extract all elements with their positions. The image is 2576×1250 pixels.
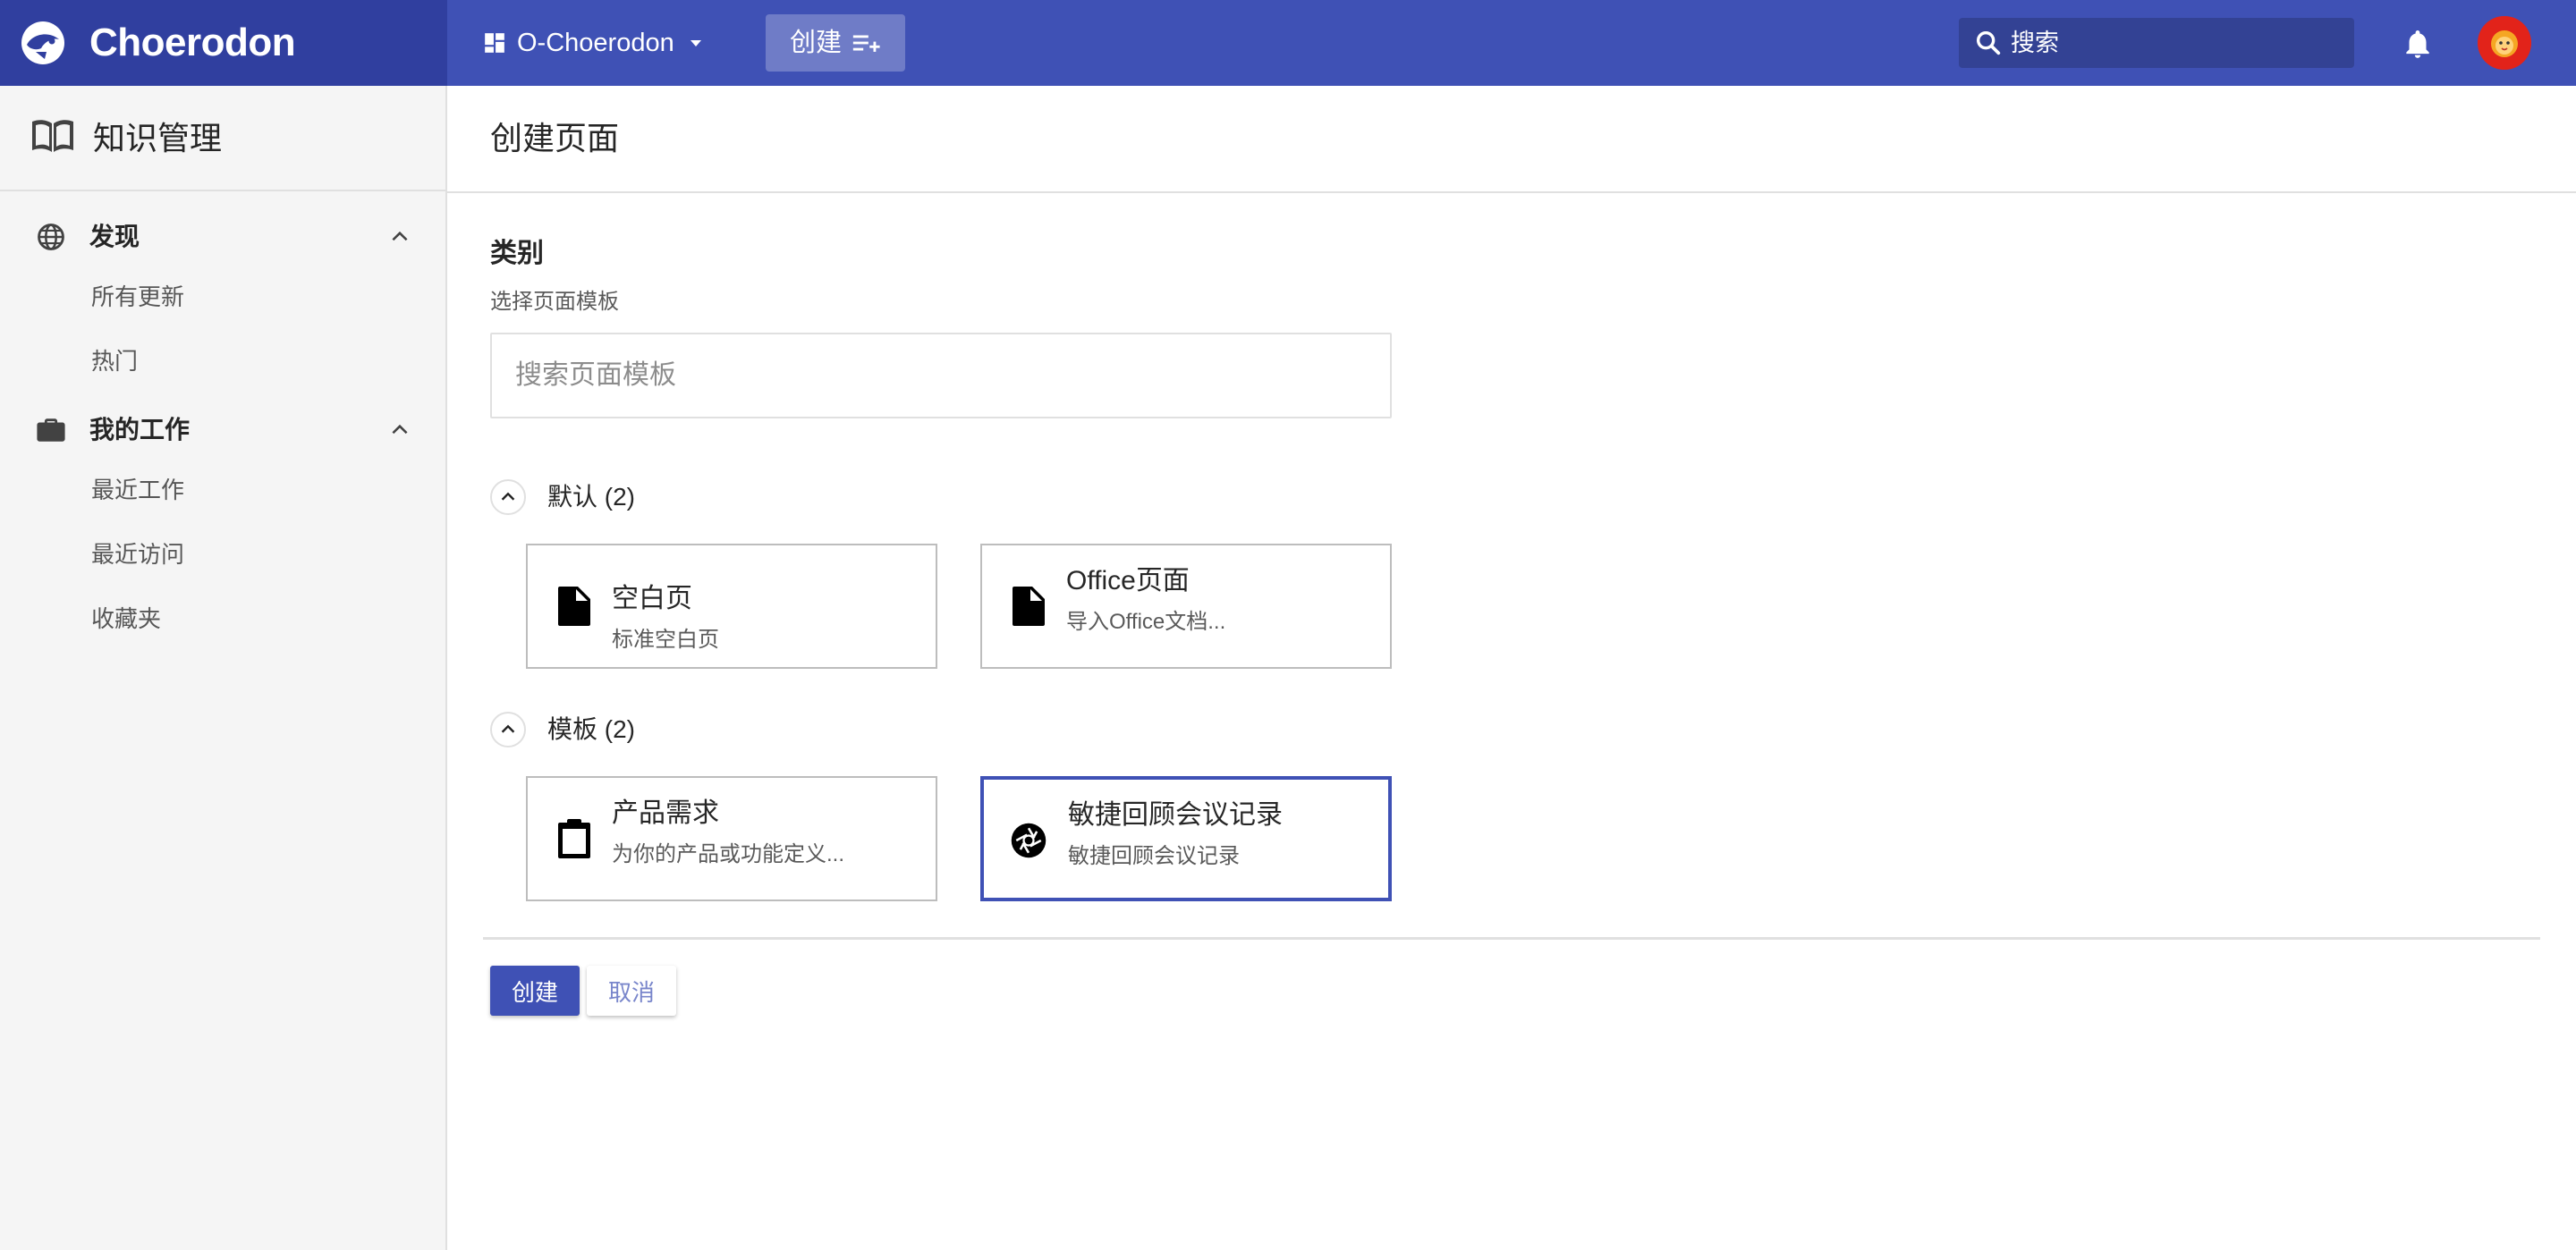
caret-down-icon bbox=[690, 40, 701, 46]
page-title: 创建页面 bbox=[490, 120, 620, 156]
collapse-toggle[interactable] bbox=[490, 479, 526, 515]
sidebar: 知识管理 发现 所有更新 热门 我的工作 最近工作 最近访问 收藏夹 bbox=[0, 86, 447, 1250]
card-title: 空白页 bbox=[612, 584, 692, 613]
chevron-up-icon bbox=[501, 724, 515, 733]
aperture-icon bbox=[1011, 823, 1046, 858]
card-description: 敏捷回顾会议记录 bbox=[1068, 844, 1240, 868]
template-search-input[interactable] bbox=[490, 333, 1392, 418]
avatar-lion-icon bbox=[2478, 16, 2531, 70]
main-content: 创建页面 类别 选择页面模板 默认 (2) 空白页 标准空白页 Office页面… bbox=[447, 86, 2576, 1250]
collapse-toggle[interactable] bbox=[490, 712, 526, 747]
sidebar-item-recent-visits[interactable]: 最近访问 bbox=[91, 538, 184, 570]
sidebar-group-my-work[interactable]: 我的工作 bbox=[0, 402, 445, 456]
search-icon bbox=[1976, 30, 2001, 55]
file-icon bbox=[1013, 587, 1045, 626]
template-group-label: 模板 (2) bbox=[547, 715, 636, 743]
chevron-up-icon bbox=[501, 492, 515, 501]
template-card-product-requirements[interactable]: 产品需求 为你的产品或功能定义... bbox=[526, 776, 937, 901]
sidebar-group-label: 发现 bbox=[89, 223, 140, 250]
template-field-label: 选择页面模板 bbox=[490, 290, 619, 314]
page-header: 创建页面 bbox=[447, 86, 2576, 193]
clipboard-icon bbox=[558, 819, 590, 858]
chevron-up-icon[interactable] bbox=[388, 225, 411, 249]
header-create-button[interactable]: 创建 bbox=[766, 14, 905, 72]
cancel-button[interactable]: 取消 bbox=[587, 966, 676, 1016]
sidebar-header: 知识管理 bbox=[0, 86, 445, 191]
brand-name: Choerodon bbox=[89, 21, 296, 64]
section-title: 类别 bbox=[490, 239, 544, 268]
global-search[interactable] bbox=[1959, 18, 2354, 68]
form-divider bbox=[483, 937, 2540, 940]
card-description: 标准空白页 bbox=[612, 628, 719, 652]
org-switcher[interactable]: O-Choerodon bbox=[483, 21, 705, 64]
create-button[interactable]: 创建 bbox=[490, 966, 580, 1016]
notification-bell-icon[interactable] bbox=[2401, 27, 2435, 61]
globe-icon bbox=[38, 224, 64, 250]
briefcase-icon bbox=[37, 418, 65, 442]
brand[interactable]: Choerodon bbox=[0, 0, 447, 86]
template-card-office[interactable]: Office页面 导入Office文档... bbox=[980, 544, 1392, 669]
sidebar-item-recent-work[interactable]: 最近工作 bbox=[91, 474, 184, 506]
card-description: 导入Office文档... bbox=[1066, 610, 1226, 634]
card-title: Office页面 bbox=[1066, 566, 1190, 595]
template-card-blank[interactable]: 空白页 标准空白页 bbox=[526, 544, 937, 669]
chevron-up-icon[interactable] bbox=[388, 418, 411, 442]
sidebar-item-hot[interactable]: 热门 bbox=[91, 345, 138, 377]
template-group-default[interactable]: 默认 (2) bbox=[490, 477, 635, 517]
playlist-add-icon bbox=[852, 35, 880, 52]
sidebar-item-favorites[interactable]: 收藏夹 bbox=[91, 603, 161, 635]
template-group-label: 默认 (2) bbox=[547, 483, 636, 511]
sidebar-item-all-updates[interactable]: 所有更新 bbox=[91, 281, 184, 313]
header-create-label: 创建 bbox=[789, 29, 842, 57]
sidebar-group-discover[interactable]: 发现 bbox=[0, 209, 445, 263]
book-open-icon bbox=[32, 120, 73, 152]
global-search-input[interactable] bbox=[2011, 29, 2333, 57]
sidebar-group-label: 我的工作 bbox=[89, 416, 191, 443]
user-avatar[interactable] bbox=[2478, 16, 2531, 70]
file-icon bbox=[558, 587, 590, 626]
org-name: O-Choerodon bbox=[517, 29, 674, 57]
template-card-agile-retrospective[interactable]: 敏捷回顾会议记录 敏捷回顾会议记录 bbox=[980, 776, 1392, 901]
top-header: Choerodon O-Choerodon 创建 bbox=[0, 0, 2576, 86]
card-title: 产品需求 bbox=[612, 798, 719, 828]
card-title: 敏捷回顾会议记录 bbox=[1068, 800, 1283, 830]
sidebar-title: 知识管理 bbox=[93, 120, 223, 156]
card-description: 为你的产品或功能定义... bbox=[612, 842, 845, 866]
choerodon-logo-icon bbox=[21, 21, 64, 64]
dashboard-icon bbox=[485, 33, 504, 53]
template-group-templates[interactable]: 模板 (2) bbox=[490, 710, 635, 749]
